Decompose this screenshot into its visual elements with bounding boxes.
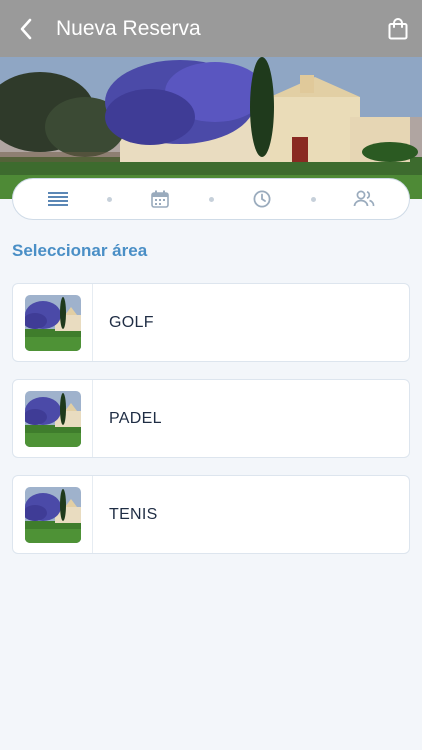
shopping-bag-icon bbox=[388, 17, 408, 39]
section-title: Seleccionar área bbox=[12, 241, 148, 260]
step-area[interactable] bbox=[47, 188, 69, 210]
step-players[interactable] bbox=[353, 188, 375, 210]
area-thumbnail bbox=[25, 295, 81, 351]
area-list: GOLF PADEL TENIS bbox=[12, 283, 410, 571]
area-thumbnail bbox=[25, 391, 81, 447]
step-separator bbox=[106, 196, 112, 202]
step-separator bbox=[208, 196, 214, 202]
list-item-tenis[interactable]: TENIS bbox=[12, 475, 410, 554]
step-date[interactable] bbox=[149, 188, 171, 210]
users-icon bbox=[353, 190, 375, 207]
area-label: GOLF bbox=[109, 313, 154, 331]
top-bar: Nueva Reserva bbox=[0, 0, 422, 57]
area-thumbnail bbox=[25, 487, 81, 543]
list-item-golf[interactable]: GOLF bbox=[12, 283, 410, 362]
area-label: TENIS bbox=[109, 505, 158, 523]
cart-button[interactable] bbox=[374, 0, 422, 57]
thumbnail-cell bbox=[13, 380, 93, 457]
area-label: PADEL bbox=[109, 409, 162, 427]
thumbnail-cell bbox=[13, 476, 93, 553]
chevron-left-icon bbox=[20, 18, 32, 39]
page-title: Nueva Reserva bbox=[56, 16, 201, 40]
thumbnail-cell bbox=[13, 284, 93, 361]
booking-steps bbox=[12, 178, 410, 220]
clock-icon bbox=[253, 190, 271, 208]
step-separator bbox=[310, 196, 316, 202]
back-button[interactable] bbox=[0, 0, 52, 57]
step-time[interactable] bbox=[251, 188, 273, 210]
calendar-icon bbox=[151, 190, 169, 208]
list-item-padel[interactable]: PADEL bbox=[12, 379, 410, 458]
list-icon bbox=[48, 192, 68, 206]
